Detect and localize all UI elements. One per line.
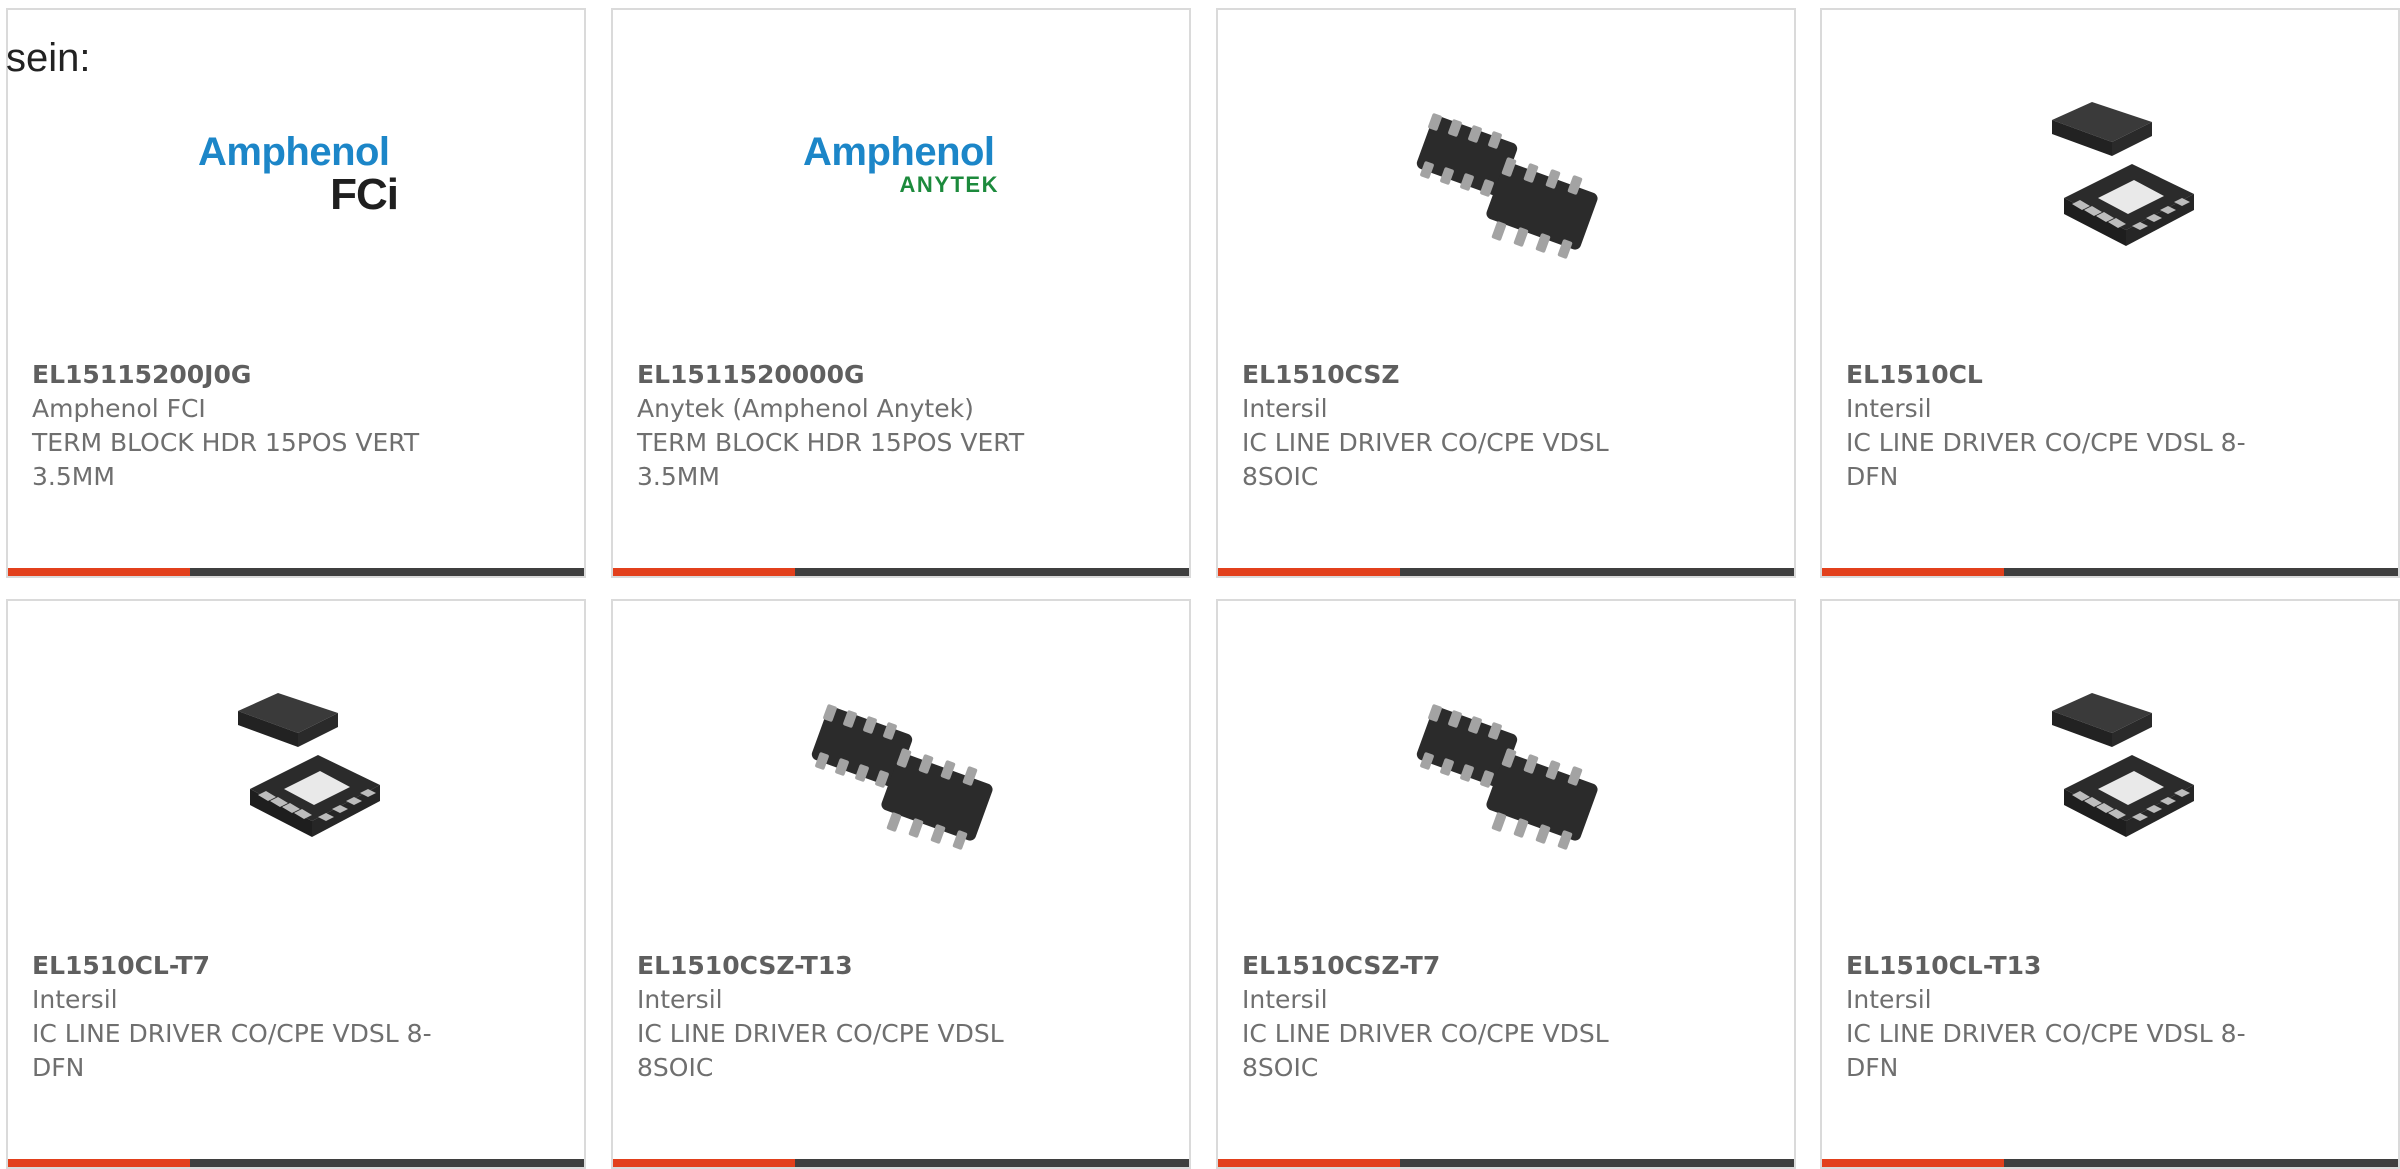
manufacturer-logo: Amphenol FCi xyxy=(198,130,399,230)
soic-8-chip-icon xyxy=(1408,671,1608,871)
product-info: EL1510CSZ-T13 Intersil IC LINE DRIVER CO… xyxy=(637,949,1077,1085)
dfn-chip-top xyxy=(2052,102,2152,156)
amphenol-anytek-logo: Amphenol ANYTEK xyxy=(803,80,1003,280)
product-grid: Amphenol FCi EL15115200J0G Amphenol FCI … xyxy=(0,0,2400,1169)
product-description: TERM BLOCK HDR 15POS VERT 3.5MM xyxy=(637,428,1025,491)
dfn-8-chip-icon xyxy=(198,671,398,871)
part-number[interactable]: EL1510CSZ xyxy=(1242,358,1682,392)
logo-wordmark: Amphenol xyxy=(198,130,390,174)
dfn-chip-top xyxy=(2052,693,2152,747)
product-description: TERM BLOCK HDR 15POS VERT 3.5MM xyxy=(32,428,420,491)
soic-chip-right xyxy=(881,748,993,850)
product-card[interactable]: Amphenol ANYTEK EL1511520000G Anytek (Am… xyxy=(611,8,1191,578)
dfn-chip-top xyxy=(238,693,338,747)
dfn-chip-bottom xyxy=(2064,755,2194,837)
dfn-chip-bottom xyxy=(2064,164,2194,246)
card-bottom-bar xyxy=(613,568,1189,576)
card-bottom-bar xyxy=(613,1159,1189,1167)
product-info: EL1510CL-T7 Intersil IC LINE DRIVER CO/C… xyxy=(32,949,472,1085)
product-card[interactable]: EL1510CSZ Intersil IC LINE DRIVER CO/CPE… xyxy=(1216,8,1796,578)
manufacturer-name: Intersil xyxy=(1242,394,1328,423)
logo-subbrand: ANYTEK xyxy=(899,172,999,197)
product-info: EL15115200J0G Amphenol FCI TERM BLOCK HD… xyxy=(32,358,472,494)
product-description: IC LINE DRIVER CO/CPE VDSL 8SOIC xyxy=(1242,1019,1609,1082)
product-card[interactable]: EL1510CSZ-T7 Intersil IC LINE DRIVER CO/… xyxy=(1216,599,1796,1169)
card-bottom-bar xyxy=(1218,568,1794,576)
part-number[interactable]: EL15115200J0G xyxy=(32,358,472,392)
soic-chip-right xyxy=(1486,157,1598,259)
dfn-8-chip-icon xyxy=(2012,671,2212,871)
manufacturer-name: Intersil xyxy=(32,985,118,1014)
amphenol-fci-logo: Amphenol FCi xyxy=(198,80,399,280)
manufacturer-name: Intersil xyxy=(1242,985,1328,1014)
part-number[interactable]: EL1510CSZ-T13 xyxy=(637,949,1077,983)
product-info: EL1510CL Intersil IC LINE DRIVER CO/CPE … xyxy=(1846,358,2286,494)
manufacturer-name: Intersil xyxy=(637,985,723,1014)
part-number[interactable]: EL1510CL-T13 xyxy=(1846,949,2286,983)
product-card[interactable]: EL1510CL Intersil IC LINE DRIVER CO/CPE … xyxy=(1820,8,2400,578)
product-description: IC LINE DRIVER CO/CPE VDSL 8-DFN xyxy=(1846,428,2246,491)
product-card[interactable]: Amphenol FCi EL15115200J0G Amphenol FCI … xyxy=(6,8,586,578)
bar-accent-segment xyxy=(1822,568,2004,576)
soic-8-chip-icon xyxy=(1408,80,1608,280)
bar-accent-segment xyxy=(1822,1159,2004,1167)
part-number[interactable]: EL1510CL-T7 xyxy=(32,949,472,983)
manufacturer-logo: Amphenol ANYTEK xyxy=(803,130,1003,230)
product-info: EL1510CSZ Intersil IC LINE DRIVER CO/CPE… xyxy=(1242,358,1682,494)
bar-accent-segment xyxy=(8,1159,190,1167)
card-bottom-bar xyxy=(1218,1159,1794,1167)
bar-dark-segment xyxy=(1400,1159,1794,1167)
card-bottom-bar xyxy=(1822,1159,2398,1167)
bar-dark-segment xyxy=(1400,568,1794,576)
card-bottom-bar xyxy=(8,568,584,576)
bar-dark-segment xyxy=(190,1159,584,1167)
bar-accent-segment xyxy=(8,568,190,576)
bar-dark-segment xyxy=(795,1159,1189,1167)
product-card[interactable]: EL1510CSZ-T13 Intersil IC LINE DRIVER CO… xyxy=(611,599,1191,1169)
dfn-8-chip-icon xyxy=(2012,80,2212,280)
product-info: EL1511520000G Anytek (Amphenol Anytek) T… xyxy=(637,358,1077,494)
bar-accent-segment xyxy=(613,568,795,576)
intro-text: sein: xyxy=(6,36,91,80)
bar-dark-segment xyxy=(795,568,1189,576)
product-card[interactable]: EL1510CL-T7 Intersil IC LINE DRIVER CO/C… xyxy=(6,599,586,1169)
product-description: IC LINE DRIVER CO/CPE VDSL 8-DFN xyxy=(32,1019,432,1082)
manufacturer-name: Intersil xyxy=(1846,985,1932,1014)
card-bottom-bar xyxy=(1822,568,2398,576)
product-description: IC LINE DRIVER CO/CPE VDSL 8-DFN xyxy=(1846,1019,2246,1082)
product-info: EL1510CSZ-T7 Intersil IC LINE DRIVER CO/… xyxy=(1242,949,1682,1085)
card-bottom-bar xyxy=(8,1159,584,1167)
product-description: IC LINE DRIVER CO/CPE VDSL 8SOIC xyxy=(637,1019,1004,1082)
logo-subbrand: FCi xyxy=(330,170,399,219)
manufacturer-name: Anytek (Amphenol Anytek) xyxy=(637,394,974,423)
bar-accent-segment xyxy=(613,1159,795,1167)
part-number[interactable]: EL1511520000G xyxy=(637,358,1077,392)
manufacturer-name: Intersil xyxy=(1846,394,1932,423)
part-number[interactable]: EL1510CL xyxy=(1846,358,2286,392)
soic-8-chip-icon xyxy=(803,671,1003,871)
part-number[interactable]: EL1510CSZ-T7 xyxy=(1242,949,1682,983)
bar-accent-segment xyxy=(1218,568,1400,576)
product-card[interactable]: EL1510CL-T13 Intersil IC LINE DRIVER CO/… xyxy=(1820,599,2400,1169)
bar-accent-segment xyxy=(1218,1159,1400,1167)
product-description: IC LINE DRIVER CO/CPE VDSL 8SOIC xyxy=(1242,428,1609,491)
bar-dark-segment xyxy=(190,568,584,576)
logo-wordmark: Amphenol xyxy=(803,130,995,174)
dfn-chip-bottom xyxy=(250,755,380,837)
bar-dark-segment xyxy=(2004,568,2398,576)
bar-dark-segment xyxy=(2004,1159,2398,1167)
manufacturer-name: Amphenol FCI xyxy=(32,394,206,423)
product-info: EL1510CL-T13 Intersil IC LINE DRIVER CO/… xyxy=(1846,949,2286,1085)
soic-chip-right xyxy=(1486,748,1598,850)
